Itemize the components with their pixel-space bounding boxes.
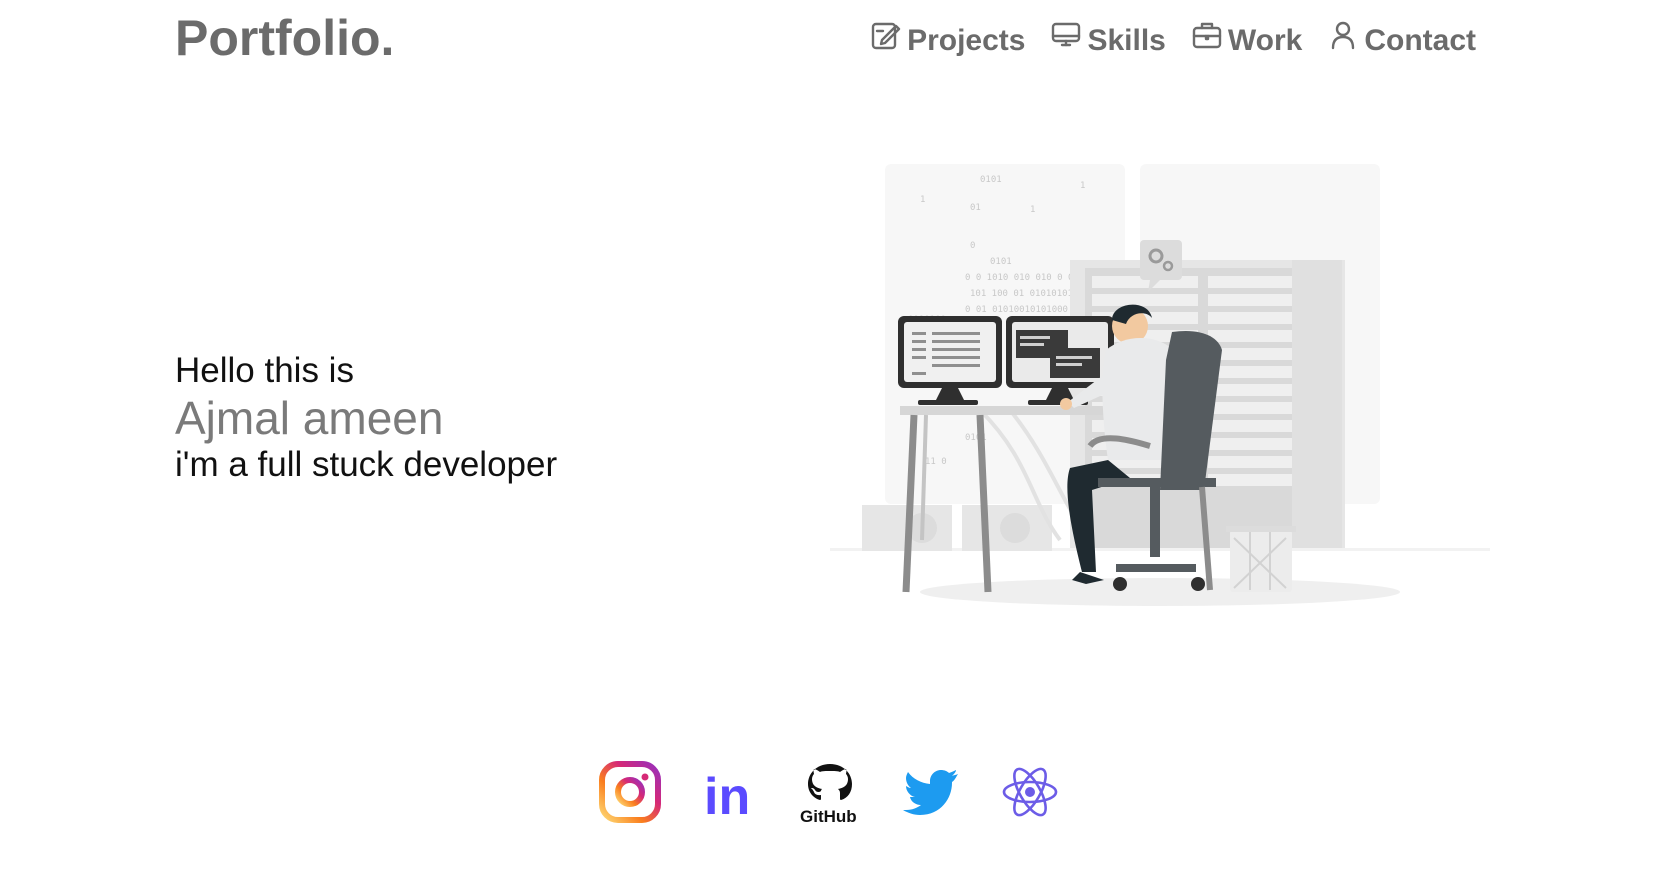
twitter-icon: [898, 770, 962, 828]
nav-label-skills: Skills: [1087, 23, 1166, 57]
instagram-icon: [598, 761, 662, 828]
nav-item-skills[interactable]: Skills: [1049, 18, 1166, 63]
nav-item-work[interactable]: Work: [1190, 18, 1302, 63]
nav-label-contact: Contact: [1364, 23, 1476, 57]
github-link[interactable]: GitHub: [798, 760, 862, 826]
social-links: in GitHub: [598, 760, 1062, 826]
svg-text:0101: 0101: [990, 257, 1012, 267]
svg-text:1: 1: [1080, 181, 1085, 191]
svg-text:1: 1: [920, 195, 925, 205]
nav-item-contact[interactable]: Contact: [1326, 18, 1476, 63]
developer-illustration: 0101 1 01 1 1 0 0101 0 0 1010 010 010 0 …: [830, 160, 1490, 660]
svg-text:0: 0: [970, 241, 975, 251]
instagram-link[interactable]: [598, 760, 662, 824]
svg-text:01: 01: [970, 203, 981, 213]
svg-text:0101: 0101: [980, 175, 1002, 185]
linkedin-link[interactable]: in: [698, 760, 762, 826]
hero-tagline: i'm a full stuck developer: [175, 445, 558, 484]
edit-icon: [869, 18, 903, 63]
site-logo[interactable]: Portfolio.: [175, 8, 394, 68]
portfolio-page: Portfolio. Projects Skills Work Contact …: [0, 0, 1668, 879]
github-icon: GitHub: [798, 764, 862, 828]
hero-greeting: Hello this is: [175, 351, 354, 390]
github-text: GitHub: [800, 807, 857, 824]
hero-name: Ajmal ameen: [175, 392, 444, 444]
nav-label-projects: Projects: [907, 23, 1026, 57]
nav-label-work: Work: [1227, 23, 1303, 57]
twitter-link[interactable]: [898, 760, 962, 824]
briefcase-icon: [1190, 18, 1224, 63]
svg-text:1: 1: [1030, 205, 1035, 215]
react-icon: [998, 767, 1062, 828]
nav-item-projects[interactable]: Projects: [869, 18, 1025, 63]
linkedin-icon: in: [698, 768, 762, 828]
react-link[interactable]: [998, 760, 1062, 824]
user-icon: [1326, 18, 1360, 63]
monitor-icon: [1049, 18, 1083, 63]
hero-text: Hello this is Ajmal ameen i'm a full stu…: [175, 350, 557, 486]
svg-text:11 0: 11 0: [925, 457, 947, 467]
main-nav: Projects Skills Work Contact: [869, 18, 1476, 63]
linkedin-text: in: [704, 768, 750, 824]
